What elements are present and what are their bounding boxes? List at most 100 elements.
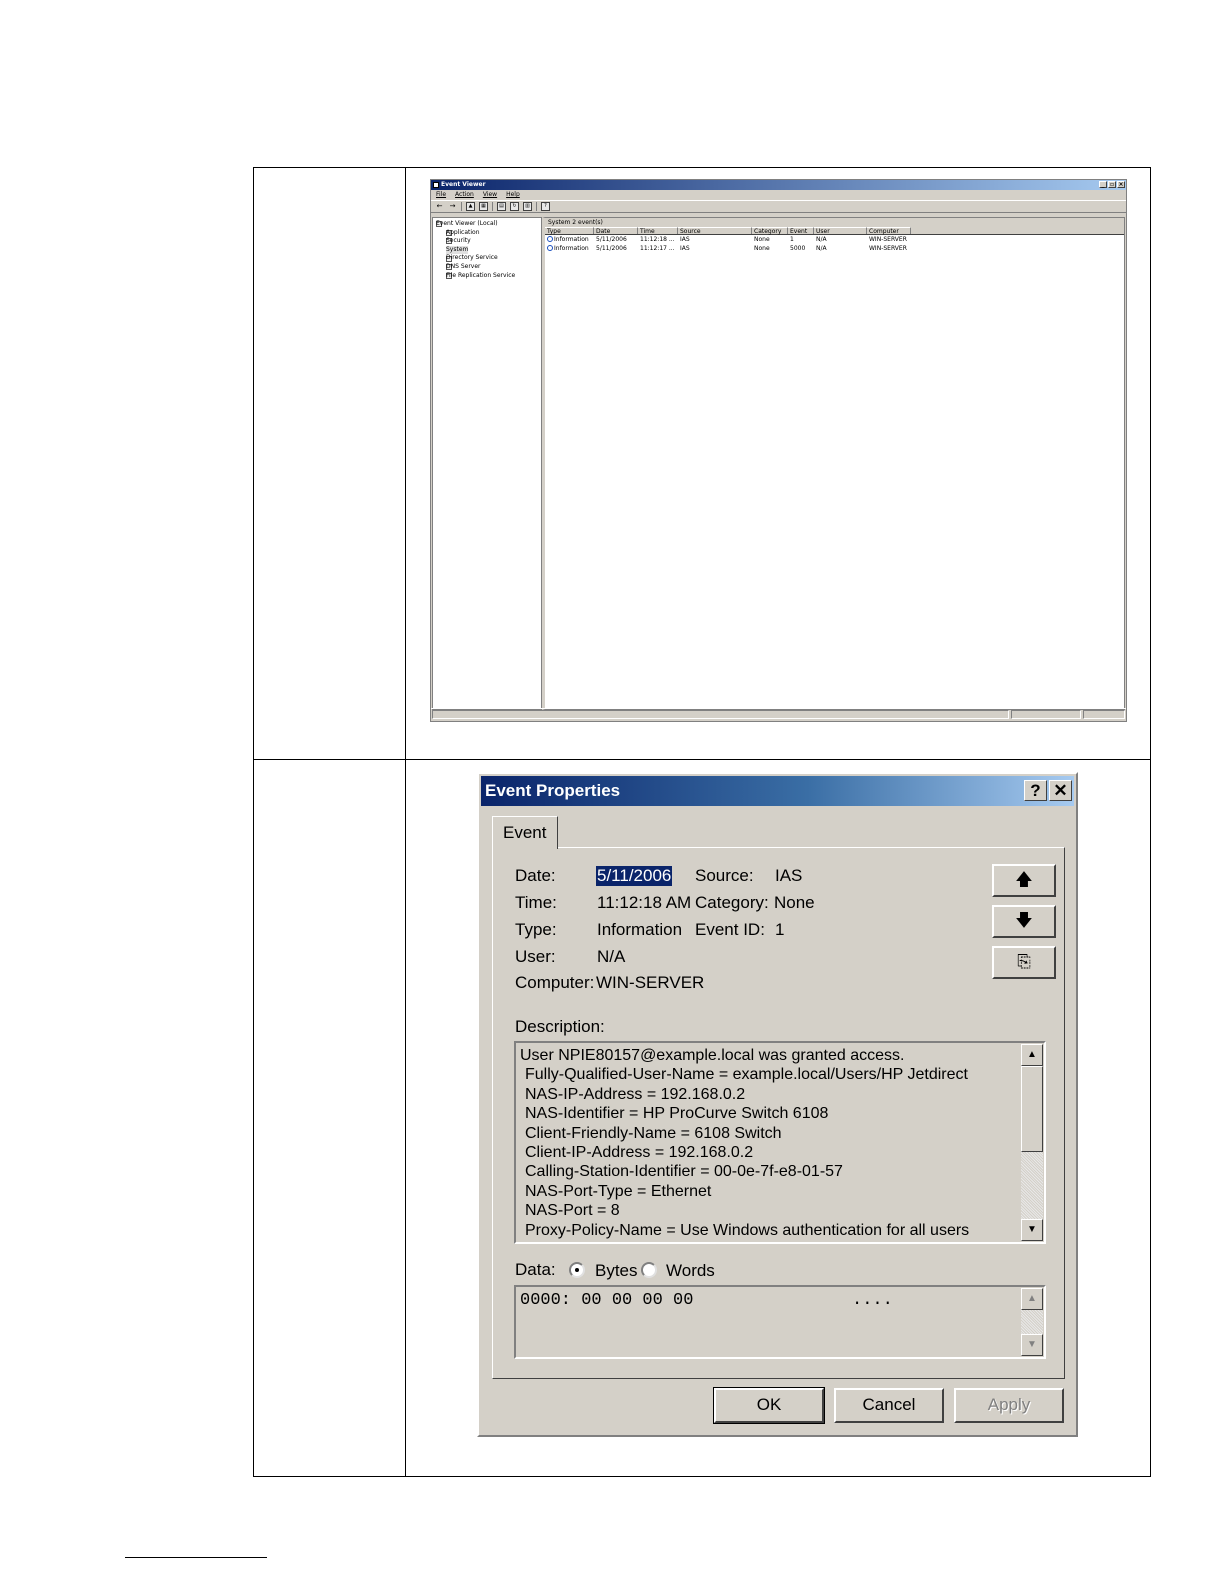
event-id-label: Event ID: <box>695 920 765 939</box>
category-label: Category: <box>695 893 769 912</box>
forward-icon[interactable]: → <box>448 202 457 211</box>
data-ascii: .... <box>852 1291 893 1310</box>
refresh-icon[interactable]: ↻ <box>510 202 519 211</box>
date-label: Date: <box>515 866 556 885</box>
time-label: Time: <box>515 893 557 912</box>
column-event[interactable]: Event <box>788 227 814 235</box>
tab-event[interactable]: Event <box>492 816 558 849</box>
toolbar: ← → ▲ ▦ ▤ ↻ ▥ ? <box>431 200 1126 213</box>
event-viewer-app-icon <box>433 182 439 188</box>
type-label: Type: <box>515 920 557 939</box>
scroll-up-button[interactable]: ▲ <box>1021 1288 1043 1310</box>
event-properties-dialog: Event Properties ? ✕ Event Date: 5/11/20… <box>477 772 1078 1437</box>
apply-button[interactable]: Apply <box>954 1388 1064 1423</box>
data-hex: 0000: 00 00 00 00 <box>520 1291 694 1310</box>
tree-item-dns-server[interactable]: DNS Server <box>436 263 538 272</box>
scroll-up-icon: ▲ <box>1027 1293 1037 1304</box>
status-pane <box>1011 710 1081 719</box>
source-label: Source: <box>695 866 754 885</box>
export-icon[interactable]: ▥ <box>523 202 532 211</box>
description-label: Description: <box>515 1017 605 1036</box>
event-viewer-title: Event Viewer <box>441 181 486 188</box>
event-tab-panel: Date: 5/11/2006 Source: IAS Time: 11:12:… <box>492 847 1065 1379</box>
menu-help[interactable]: Help <box>506 190 520 200</box>
information-icon <box>547 245 553 251</box>
help-icon[interactable]: ? <box>541 202 550 211</box>
description-scrollbar[interactable]: ▲ ▼ <box>1021 1044 1043 1241</box>
dialog-titlebar: Event Properties ? ✕ <box>481 776 1074 806</box>
user-label: User: <box>515 947 556 966</box>
scroll-thumb[interactable] <box>1021 1066 1043 1152</box>
scroll-down-button[interactable]: ▼ <box>1021 1334 1043 1356</box>
information-icon <box>547 236 553 242</box>
description-textbox[interactable]: User NPIE80157@example.local was granted… <box>514 1041 1046 1244</box>
column-type[interactable]: Type <box>545 227 594 235</box>
scroll-up-button[interactable]: ▲ <box>1021 1044 1043 1066</box>
event-id-value: 1 <box>775 920 785 939</box>
back-icon[interactable]: ← <box>435 202 444 211</box>
data-textbox[interactable]: 0000: 00 00 00 00 .... ▲ ▼ <box>514 1285 1046 1359</box>
scroll-up-icon: ▲ <box>1027 1049 1037 1060</box>
tree-item-system[interactable]: System <box>436 245 538 255</box>
type-value: Information <box>597 920 683 939</box>
tree-root[interactable]: Event Viewer (Local) <box>436 220 538 229</box>
up-icon[interactable]: ▲ <box>466 202 475 211</box>
properties-icon[interactable]: ▤ <box>497 202 506 211</box>
tree-item-security[interactable]: Security <box>436 237 538 246</box>
close-button[interactable]: ✕ <box>1049 780 1072 801</box>
toolbar-separator <box>536 202 537 211</box>
event-list-pane: System 2 event(s) Type Date Time Source … <box>542 217 1125 710</box>
table-row[interactable]: Information 5/11/2006 11:12:18 ... IAS N… <box>545 235 1124 244</box>
event-viewer-titlebar: Event Viewer _ ▫ × <box>431 180 1126 190</box>
menu-action[interactable]: Action <box>455 190 474 200</box>
table-row[interactable]: Information 5/11/2006 11:12:17 ... IAS N… <box>545 244 1124 253</box>
column-user[interactable]: User <box>814 227 867 235</box>
show-tree-icon[interactable]: ▦ <box>479 202 488 211</box>
tree-item-application[interactable]: Application <box>436 229 538 238</box>
menu-file[interactable]: File <box>436 190 446 200</box>
table-divider-horizontal <box>253 759 1151 760</box>
description-text: User NPIE80157@example.local was granted… <box>520 1047 970 1239</box>
column-date[interactable]: Date <box>594 227 638 235</box>
event-viewer-window: Event Viewer _ ▫ × File Action View Help… <box>430 179 1127 722</box>
minimize-button[interactable]: _ <box>1099 181 1107 188</box>
list-caption: System 2 event(s) <box>545 218 1124 227</box>
close-button[interactable]: × <box>1117 181 1125 188</box>
column-source[interactable]: Source <box>678 227 752 235</box>
words-radio[interactable] <box>641 1262 657 1278</box>
user-value: N/A <box>597 947 626 966</box>
previous-event-button[interactable]: 🡅 <box>992 864 1056 897</box>
list-header: Type Date Time Source Category Event Use… <box>545 227 1124 235</box>
bytes-label[interactable]: Bytes <box>595 1261 638 1281</box>
copy-button[interactable]: ⎘ <box>992 946 1056 979</box>
source-value: IAS <box>775 866 803 885</box>
restore-button[interactable]: ▫ <box>1108 181 1116 188</box>
computer-label: Computer: <box>515 973 595 992</box>
scroll-down-icon: ▼ <box>1027 1339 1037 1350</box>
ok-button[interactable]: OK <box>713 1387 825 1424</box>
arrow-down-icon: 🡇 <box>1015 911 1033 930</box>
words-label[interactable]: Words <box>666 1261 715 1281</box>
tree-item-file-replication-service[interactable]: File Replication Service <box>436 272 538 281</box>
column-time[interactable]: Time <box>638 227 678 235</box>
toolbar-separator <box>461 202 462 211</box>
bytes-radio[interactable] <box>569 1262 585 1278</box>
arrow-up-icon: 🡅 <box>1015 870 1033 889</box>
status-bar <box>431 708 1126 721</box>
copy-icon: ⎘ <box>1017 952 1031 971</box>
next-event-button[interactable]: 🡇 <box>992 905 1056 938</box>
menu-bar: File Action View Help <box>431 190 1126 200</box>
status-pane <box>432 710 1009 719</box>
table-divider-vertical <box>405 167 406 1477</box>
menu-view[interactable]: View <box>483 190 497 200</box>
console-tree: Event Viewer (Local) Application Securit… <box>432 217 542 710</box>
time-value: 11:12:18 AM <box>597 893 692 912</box>
cancel-button[interactable]: Cancel <box>834 1388 944 1423</box>
tree-item-directory-service[interactable]: Directory Service <box>436 254 538 263</box>
data-scrollbar[interactable]: ▲ ▼ <box>1021 1288 1043 1356</box>
scroll-down-button[interactable]: ▼ <box>1021 1219 1043 1241</box>
column-category[interactable]: Category <box>752 227 788 235</box>
date-value[interactable]: 5/11/2006 <box>596 866 673 886</box>
column-computer[interactable]: Computer <box>867 227 911 235</box>
help-button[interactable]: ? <box>1024 780 1047 801</box>
